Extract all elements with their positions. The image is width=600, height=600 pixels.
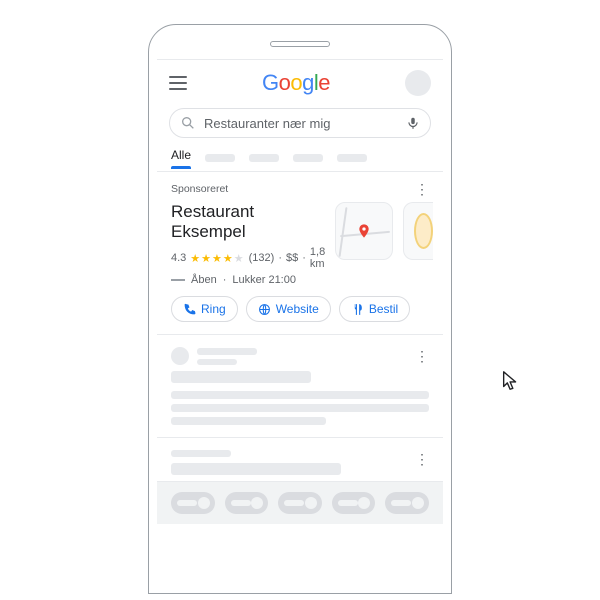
separator-dot: ·	[223, 274, 227, 286]
placeholder-line	[171, 391, 429, 399]
call-label: Ring	[201, 302, 226, 316]
utensils-icon	[351, 303, 364, 316]
overflow-icon[interactable]: ⋮	[415, 452, 429, 466]
hours-row: Åben · Lukker 21:00	[171, 274, 325, 286]
search-icon	[180, 115, 196, 131]
placeholder-line	[171, 417, 326, 425]
map-thumbnail[interactable]	[335, 202, 393, 260]
food-icon	[414, 213, 433, 249]
search-bar[interactable]	[169, 108, 431, 138]
review-count: (132)	[249, 252, 275, 264]
phone-icon	[183, 303, 196, 316]
carousel-item[interactable]	[385, 492, 429, 514]
photo-thumbnail[interactable]	[403, 202, 433, 260]
search-result[interactable]: ⋮	[157, 335, 443, 438]
carousel-item[interactable]	[225, 492, 269, 514]
carousel-item[interactable]	[171, 492, 215, 514]
search-input[interactable]	[204, 116, 398, 131]
rating-row: 4.3 ★★★★★ (132) · $$ · 1,8 km	[171, 246, 325, 270]
google-logo[interactable]: Google	[262, 70, 330, 96]
placeholder-title	[171, 463, 341, 475]
pin-icon	[356, 223, 372, 239]
sponsored-label: Sponsoreret	[171, 183, 228, 195]
search-result[interactable]: ⋮	[157, 438, 443, 482]
phone-frame: Google Alle Sponsoreret ⋮	[148, 24, 452, 594]
distance: 1,8 km	[310, 246, 325, 270]
cursor-icon	[500, 370, 522, 392]
tab-placeholder[interactable]	[293, 154, 323, 162]
order-button[interactable]: Bestil	[339, 296, 410, 322]
separator-dot: ·	[278, 252, 282, 264]
placeholder-title	[171, 371, 311, 383]
overflow-icon[interactable]: ⋮	[415, 349, 429, 363]
carousel-item[interactable]	[332, 492, 376, 514]
open-status: Åben	[191, 274, 217, 286]
rating-value: 4.3	[171, 252, 186, 264]
avatar[interactable]	[405, 70, 431, 96]
closing-time: Lukker 21:00	[232, 274, 296, 286]
order-label: Bestil	[369, 302, 398, 316]
placeholder-line	[197, 348, 257, 355]
screen: Google Alle Sponsoreret ⋮	[157, 59, 443, 593]
placeholder-line	[171, 404, 429, 412]
tab-placeholder[interactable]	[337, 154, 367, 162]
mic-icon[interactable]	[406, 115, 420, 131]
tab-placeholder[interactable]	[205, 154, 235, 162]
placeholder-line	[197, 359, 237, 365]
dash-icon	[171, 279, 185, 281]
call-button[interactable]: Ring	[171, 296, 238, 322]
menu-icon[interactable]	[169, 76, 187, 90]
placeholder-line	[171, 450, 231, 457]
website-button[interactable]: Website	[246, 296, 331, 322]
search-tabs: Alle	[157, 144, 443, 172]
favicon-placeholder	[171, 347, 189, 365]
globe-icon	[258, 303, 271, 316]
website-label: Website	[276, 302, 319, 316]
sponsored-card[interactable]: Sponsoreret ⋮ Restaurant Eksempel 4.3 ★★…	[157, 172, 443, 335]
carousel-item[interactable]	[278, 492, 322, 514]
tab-all[interactable]: Alle	[171, 148, 191, 168]
phone-speaker	[270, 41, 330, 47]
stars-icon: ★★★★★	[190, 252, 244, 265]
business-name[interactable]: Restaurant Eksempel	[171, 202, 325, 242]
overflow-icon[interactable]: ⋮	[415, 182, 429, 196]
price-level: $$	[286, 252, 298, 264]
action-row: Ring Website Bestil	[171, 296, 429, 322]
carousel[interactable]	[157, 482, 443, 524]
separator-dot: ·	[302, 252, 306, 264]
top-bar: Google	[157, 60, 443, 100]
tab-placeholder[interactable]	[249, 154, 279, 162]
